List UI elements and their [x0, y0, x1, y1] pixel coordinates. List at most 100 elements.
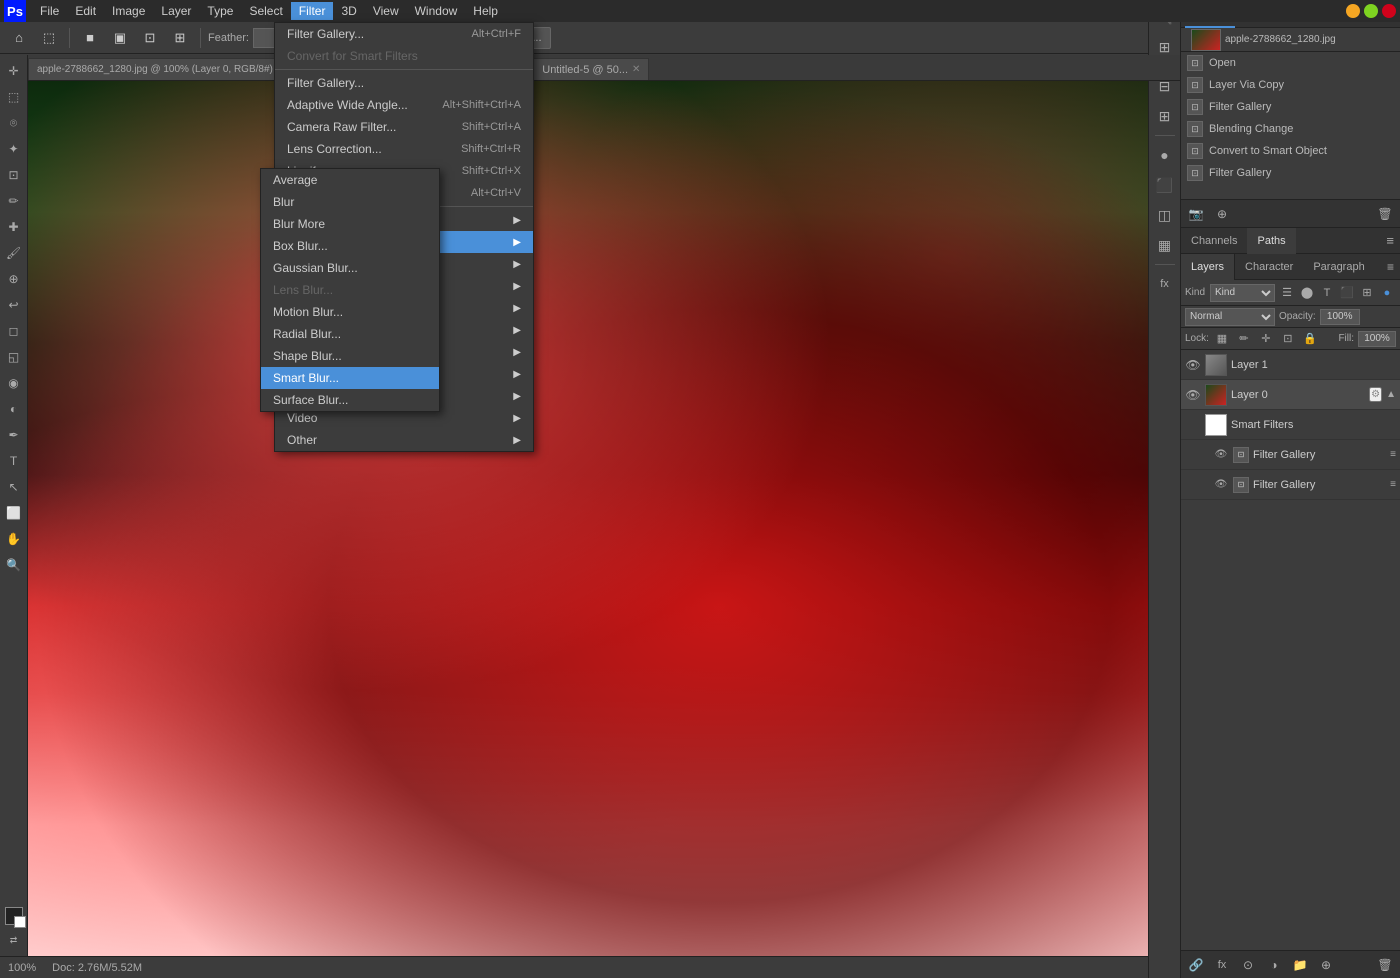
menu-edit[interactable]: Edit — [67, 2, 104, 20]
menu-help[interactable]: Help — [465, 2, 506, 20]
history-brush-tool[interactable]: ↩ — [2, 293, 26, 317]
menu-camera-raw[interactable]: Camera Raw Filter... Shift+Ctrl+A — [275, 116, 533, 138]
menu-image[interactable]: Image — [104, 2, 153, 20]
gradient-icon[interactable]: ◫ — [1152, 202, 1178, 228]
blur-motion[interactable]: Motion Blur... — [261, 301, 439, 323]
tab-paragraph[interactable]: Paragraph — [1303, 254, 1374, 280]
history-item-smart-obj[interactable]: ⊡ Convert to Smart Object — [1181, 140, 1400, 162]
filter-gallery-item2[interactable]: 👁 ⊡ Filter Gallery ≡ — [1181, 470, 1400, 500]
kind-select[interactable]: Kind — [1210, 284, 1275, 302]
filter-type-icon[interactable]: T — [1318, 284, 1336, 302]
marquee-button[interactable]: ⬚ — [36, 25, 62, 51]
blur-radial[interactable]: Radial Blur... — [261, 323, 439, 345]
history-item-blending[interactable]: ⊡ Blending Change — [1181, 118, 1400, 140]
blur-gaussian[interactable]: Gaussian Blur... — [261, 257, 439, 279]
frame-button[interactable]: ⊞ — [167, 25, 193, 51]
layer0-expand[interactable]: ▲ — [1386, 389, 1396, 400]
brush-tool[interactable]: 🖌 — [2, 241, 26, 265]
filter-toggle[interactable]: ● — [1378, 284, 1396, 302]
layer-item-layer0[interactable]: 👁 Layer 0 ⚙ ▲ — [1181, 380, 1400, 410]
pen-tool[interactable]: ✒ — [2, 423, 26, 447]
new-layer-button[interactable]: ⊕ — [1315, 954, 1337, 976]
group-button[interactable]: 📁 — [1289, 954, 1311, 976]
lock-pixels-button[interactable]: ✏ — [1235, 330, 1253, 348]
adjustment-button[interactable]: ◑ — [1263, 954, 1285, 976]
menu-view[interactable]: View — [365, 2, 407, 20]
path-select-tool[interactable]: ↖ — [2, 475, 26, 499]
layers-menu-icon[interactable]: ≡ — [1381, 254, 1400, 279]
healing-tool[interactable]: ✚ — [2, 215, 26, 239]
layer1-visibility[interactable]: 👁 — [1185, 357, 1201, 373]
tab-paths[interactable]: Paths — [1247, 228, 1295, 254]
add-mask-button[interactable]: ⊙ — [1237, 954, 1259, 976]
menu-layer[interactable]: Layer — [153, 2, 199, 20]
blend-mode-select[interactable]: Normal — [1185, 308, 1275, 326]
eraser-tool[interactable]: ◻ — [2, 319, 26, 343]
link-layers-button[interactable]: 🔗 — [1185, 954, 1207, 976]
selection-tool[interactable]: ⬚ — [2, 85, 26, 109]
swatches-icon[interactable]: ⬛ — [1152, 172, 1178, 198]
lock-transparent-button[interactable]: ▦ — [1213, 330, 1231, 348]
crop-tool[interactable]: ⊡ — [2, 163, 26, 187]
eyedropper-tool[interactable]: ✏ — [2, 189, 26, 213]
move-tool[interactable]: ✛ — [2, 59, 26, 83]
single-col-button[interactable]: ▣ — [107, 25, 133, 51]
menu-select[interactable]: Select — [241, 2, 290, 20]
shape-tool[interactable]: ⬜ — [2, 501, 26, 525]
cp-menu-icon[interactable]: ≡ — [1380, 228, 1400, 253]
blur-surface[interactable]: Surface Blur... — [261, 389, 439, 411]
tab-apple[interactable]: apple-2788662_1280.jpg @ 100% (Layer 0, … — [28, 58, 301, 80]
create-new-doc-button[interactable]: ⊕ — [1211, 203, 1233, 225]
layer-item-layer1[interactable]: 👁 Layer 1 — [1181, 350, 1400, 380]
artboard-button[interactable]: ⊡ — [137, 25, 163, 51]
tab-channels[interactable]: Channels — [1181, 228, 1247, 254]
dodge-tool[interactable]: ◐ — [2, 397, 26, 421]
new-snapshot-button[interactable]: 📷 — [1185, 203, 1207, 225]
blur-box[interactable]: Box Blur... — [261, 235, 439, 257]
minimize-button[interactable]: — — [1346, 4, 1360, 18]
tab-character[interactable]: Character — [1235, 254, 1303, 280]
menu-other[interactable]: Other ▶ — [275, 429, 533, 451]
menu-adaptive-wide[interactable]: Adaptive Wide Angle... Alt+Shift+Ctrl+A — [275, 94, 533, 116]
menu-lens-correction[interactable]: Lens Correction... Shift+Ctrl+R — [275, 138, 533, 160]
tab-untitled5-close[interactable]: ✕ — [632, 64, 640, 75]
filter1-options[interactable]: ≡ — [1390, 449, 1396, 460]
menu-3d[interactable]: 3D — [333, 2, 364, 20]
magic-wand-tool[interactable]: ✦ — [2, 137, 26, 161]
tab-untitled5[interactable]: Untitled-5 @ 50... ✕ — [533, 58, 649, 80]
menu-file[interactable]: File — [32, 2, 67, 20]
layer0-visibility[interactable]: 👁 — [1185, 387, 1201, 403]
color-icon[interactable]: ● — [1152, 142, 1178, 168]
clone-tool[interactable]: ⊕ — [2, 267, 26, 291]
zoom-tool[interactable]: 🔍 — [2, 553, 26, 577]
delete-layer-button[interactable]: 🗑 — [1374, 954, 1396, 976]
filter-pixel-icon[interactable]: ☰ — [1278, 284, 1296, 302]
gradient-tool[interactable]: ◱ — [2, 345, 26, 369]
history-item-layer-via-copy[interactable]: ⊡ Layer Via Copy — [1181, 74, 1400, 96]
menu-window[interactable]: Window — [407, 2, 466, 20]
menu-filter[interactable]: Filter — [291, 2, 334, 20]
fill-input[interactable] — [1358, 331, 1396, 347]
layers-icon[interactable]: ⊞ — [1152, 103, 1178, 129]
filter1-visibility[interactable]: 👁 — [1213, 447, 1229, 463]
fx-icon[interactable]: fx — [1152, 271, 1178, 297]
blur-average[interactable]: Average — [261, 169, 439, 191]
home-button[interactable]: ⌂ — [6, 25, 32, 51]
lasso-tool[interactable]: ⌾ — [2, 111, 26, 135]
layer0-settings[interactable]: ⚙ — [1369, 387, 1382, 402]
filter-gallery-item1[interactable]: 👁 ⊡ Filter Gallery ≡ — [1181, 440, 1400, 470]
delete-state-button[interactable]: 🗑 — [1374, 203, 1396, 225]
opacity-input[interactable] — [1320, 309, 1360, 325]
history-item-filter-gallery2[interactable]: ⊡ Filter Gallery — [1181, 162, 1400, 184]
blur-blur[interactable]: Blur — [261, 191, 439, 213]
filter2-options[interactable]: ≡ — [1390, 479, 1396, 490]
filter-adjustment-icon[interactable]: ⬤ — [1298, 284, 1316, 302]
add-style-button[interactable]: fx — [1211, 954, 1233, 976]
menu-type[interactable]: Type — [199, 2, 241, 20]
type-tool[interactable]: T — [2, 449, 26, 473]
filter-smart-icon[interactable]: ⊞ — [1358, 284, 1376, 302]
close-button[interactable]: ✕ — [1382, 4, 1396, 18]
history-item-open[interactable]: ⊡ Open — [1181, 52, 1400, 74]
filter-shape-icon[interactable]: ⬛ — [1338, 284, 1356, 302]
blur-tool[interactable]: ◉ — [2, 371, 26, 395]
